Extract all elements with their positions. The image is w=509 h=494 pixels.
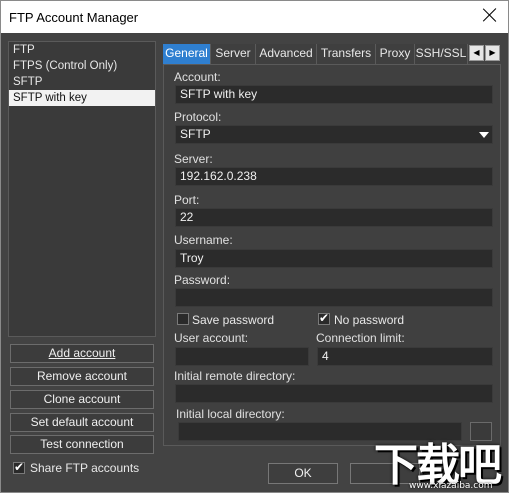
tab-ssh-ssl[interactable]: SSH/SSL bbox=[415, 44, 468, 64]
server-field[interactable]: 192.162.0.238 bbox=[175, 167, 493, 186]
save-password-checkbox[interactable] bbox=[177, 313, 189, 325]
password-field[interactable] bbox=[175, 288, 493, 307]
window-title: FTP Account Manager bbox=[9, 10, 139, 25]
connection-limit-label: Connection limit: bbox=[316, 331, 405, 345]
add-account-button[interactable]: Add account bbox=[10, 344, 154, 363]
user-account-field[interactable] bbox=[175, 347, 309, 366]
add-account-label: Add account bbox=[48, 346, 116, 360]
clone-account-button[interactable]: Clone account bbox=[10, 390, 154, 409]
general-tab-panel: Account: SFTP with key Protocol: SFTP Se… bbox=[163, 64, 501, 446]
list-item-selected[interactable]: SFTP with key bbox=[9, 90, 155, 106]
tab-transfers[interactable]: Transfers bbox=[317, 44, 376, 64]
local-dir-label: Initial local directory: bbox=[176, 407, 285, 421]
share-accounts-checkbox[interactable] bbox=[13, 460, 25, 474]
remove-account-button[interactable]: Remove account bbox=[10, 367, 154, 386]
list-item[interactable]: SFTP bbox=[9, 74, 155, 90]
set-default-account-button[interactable]: Set default account bbox=[10, 413, 154, 432]
port-label: Port: bbox=[174, 193, 200, 207]
account-name-field[interactable]: SFTP with key bbox=[175, 85, 493, 104]
list-item[interactable]: FTP bbox=[9, 42, 155, 58]
tab-advanced[interactable]: Advanced bbox=[256, 44, 317, 64]
account-list[interactable]: FTP FTPS (Control Only) SFTP SFTP with k… bbox=[8, 41, 156, 337]
tab-server[interactable]: Server bbox=[211, 44, 256, 64]
close-icon[interactable] bbox=[482, 7, 498, 23]
list-item[interactable]: FTPS (Control Only) bbox=[9, 58, 155, 74]
tab-proxy[interactable]: Proxy bbox=[376, 44, 415, 64]
account-name-label: Account: bbox=[174, 70, 221, 84]
remote-dir-field[interactable] bbox=[175, 384, 493, 403]
protocol-label: Protocol: bbox=[174, 110, 222, 124]
username-label: Username: bbox=[174, 233, 233, 247]
tab-scroll-right-icon[interactable]: ▶ bbox=[485, 45, 500, 61]
ok-button[interactable]: OK bbox=[268, 463, 338, 484]
ftp-account-manager-window: FTP Account Manager FTP FTPS (Control On… bbox=[0, 0, 509, 493]
protocol-value: SFTP bbox=[180, 127, 211, 141]
tab-general[interactable]: General bbox=[163, 44, 211, 64]
save-password-label: Save password bbox=[192, 313, 275, 327]
protocol-select[interactable]: SFTP bbox=[175, 125, 493, 144]
share-accounts-label: Share FTP accounts bbox=[30, 461, 140, 475]
connection-limit-field[interactable]: 4 bbox=[317, 347, 493, 366]
username-field[interactable]: Troy bbox=[175, 249, 493, 268]
tab-scroll-left-icon[interactable]: ◀ bbox=[469, 45, 484, 61]
server-label: Server: bbox=[174, 152, 213, 166]
port-field[interactable]: 22 bbox=[175, 208, 493, 227]
password-label: Password: bbox=[174, 273, 231, 287]
chevron-down-icon[interactable] bbox=[479, 132, 489, 138]
no-password-label: No password bbox=[334, 313, 405, 327]
user-account-label: User account: bbox=[174, 331, 249, 345]
remote-dir-label: Initial remote directory: bbox=[174, 369, 296, 383]
no-password-checkbox[interactable] bbox=[318, 311, 330, 325]
title-bar: FTP Account Manager bbox=[1, 1, 508, 33]
watermark-url: www.xiazaiba.com bbox=[409, 481, 493, 491]
watermark-logo: 下载吧 www.xiazaiba.com bbox=[364, 427, 509, 494]
test-connection-button[interactable]: Test connection bbox=[10, 435, 154, 454]
